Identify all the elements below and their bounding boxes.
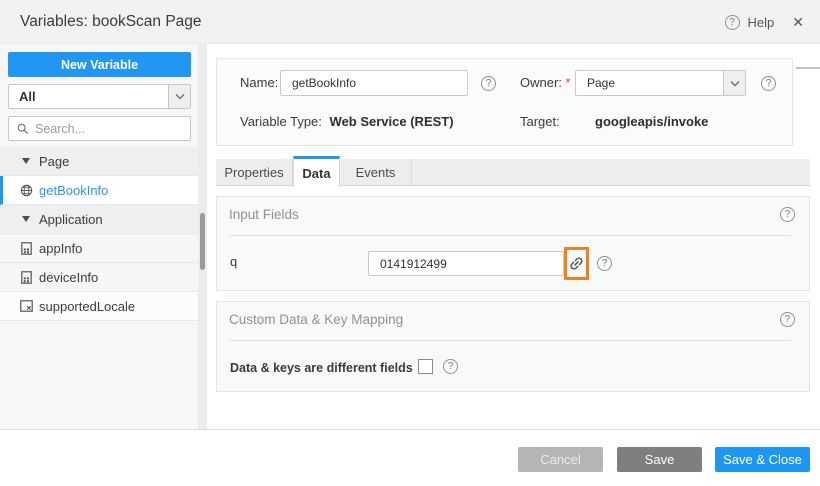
variables-sidebar: New Variable All Page getBookInfo Applic… [0,44,198,429]
sidebar-scrollbar-thumb[interactable] [200,213,205,270]
sidebar-item-deviceinfo[interactable]: deviceInfo [0,263,198,292]
search-input[interactable] [35,121,190,136]
close-icon[interactable]: ✕ [792,14,804,31]
name-field[interactable] [280,70,468,96]
sidebar-item-appinfo[interactable]: appInfo [0,234,198,263]
cancel-button[interactable]: Cancel [518,447,603,472]
target-label: Target: [520,114,560,129]
triangle-down-icon [19,158,33,164]
tab-data[interactable]: Data [293,156,340,187]
footer-divider [0,429,820,430]
input-fields-section: Input Fields ? q ? [216,196,810,291]
device-icon [19,241,33,255]
chain-link-icon [570,257,583,270]
dialog-header: Variables: bookScan Page ? Help ✕ [0,0,820,44]
new-variable-button[interactable]: New Variable [8,52,191,77]
checkbox-label: Data & keys are different fields [230,361,413,375]
sidebar-item-getbookinfo[interactable]: getBookInfo [0,176,198,205]
custom-mapping-help-icon[interactable]: ? [780,312,795,327]
save-button[interactable]: Save [617,447,702,472]
device-icon [19,270,33,284]
q-value-field[interactable] [368,251,564,276]
tab-properties[interactable]: Properties [216,159,293,186]
required-marker: * [565,75,571,90]
locale-icon [19,300,33,312]
section-title: Custom Data & Key Mapping [229,312,404,327]
variable-type-row: Variable Type: Web Service (REST) [240,114,454,129]
input-fields-help-icon[interactable]: ? [780,207,795,222]
owner-value: Page [587,76,616,90]
web-service-icon [19,184,33,197]
variable-type-label: Variable Type: [240,114,322,129]
sidebar-group-page[interactable]: Page [0,147,198,176]
q-help-icon[interactable]: ? [597,256,612,271]
tab-events[interactable]: Events [340,159,412,186]
divider [229,340,791,341]
filter-value: All [19,89,36,104]
sidebar-group-application[interactable]: Application [0,205,198,234]
map-data-button[interactable] [568,255,585,272]
variable-details-panel: Name: * ? Owner: * Page ? Variable Type:… [216,58,793,146]
sidebar-item-supportedlocale[interactable]: supportedLocale [0,292,198,321]
divider [229,235,791,236]
name-help-icon[interactable]: ? [481,76,496,91]
owner-label: Owner: * [520,75,571,90]
scrollbar-dash [796,67,820,69]
custom-mapping-section: Custom Data & Key Mapping ? Data & keys … [216,301,810,392]
field-label: q [230,254,238,269]
section-title: Input Fields [229,207,299,222]
chevron-down-icon [723,71,745,95]
checkbox-help-icon[interactable]: ? [443,359,458,374]
help-icon[interactable]: ? [724,14,740,30]
page-title: Variables: bookScan Page [20,13,202,30]
save-close-button[interactable]: Save & Close [715,447,810,472]
filter-dropdown[interactable]: All [8,84,191,109]
annotation-highlight [564,247,589,280]
help-link[interactable]: Help [748,15,775,30]
search-box [8,116,191,141]
data-keys-checkbox[interactable] [418,359,433,374]
target-value: googleapis/invoke [595,114,709,129]
chevron-down-icon [168,85,190,108]
triangle-down-icon [19,216,33,222]
owner-dropdown[interactable]: Page [575,70,746,96]
owner-help-icon[interactable]: ? [761,76,776,91]
search-icon [17,123,29,134]
variable-type-value: Web Service (REST) [329,114,454,129]
